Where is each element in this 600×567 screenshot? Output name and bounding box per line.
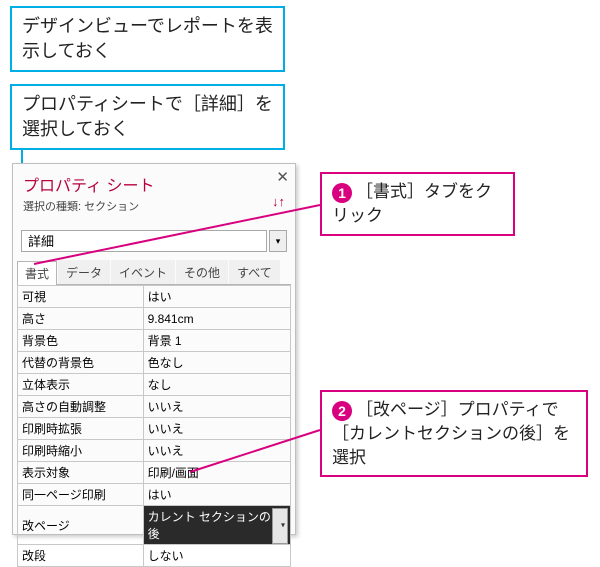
property-row[interactable]: 高さの自動調整いいえ xyxy=(18,396,291,418)
selection-value: 詳細 xyxy=(21,230,267,252)
property-value[interactable]: いいえ xyxy=(143,418,290,440)
property-row[interactable]: 印刷時縮小いいえ xyxy=(18,440,291,462)
property-row[interactable]: 同一ページ印刷はい xyxy=(18,484,291,506)
tab-その他[interactable]: その他 xyxy=(176,260,228,284)
property-value[interactable]: 9.841cm xyxy=(143,308,290,330)
property-row[interactable]: 背景色背景 1 xyxy=(18,330,291,352)
sort-icon[interactable]: ↓↑ xyxy=(272,194,285,209)
property-name: 印刷時拡張 xyxy=(18,418,144,440)
property-value[interactable]: いいえ xyxy=(143,396,290,418)
callout-2: 2［改ページ］プロパティで［カレントセクションの後］を選択 xyxy=(320,390,588,477)
property-value[interactable]: はい xyxy=(143,484,290,506)
instruction-box-1: デザインビューでレポートを表示しておく xyxy=(10,6,285,72)
property-value[interactable]: 背景 1 xyxy=(143,330,290,352)
property-value[interactable]: 色なし xyxy=(143,352,290,374)
callout-2-number: 2 xyxy=(332,401,352,421)
tab-bar: 書式データイベントその他すべて xyxy=(17,260,291,285)
panel-subtitle: 選択の種類: セクション xyxy=(13,196,295,218)
property-row[interactable]: 代替の背景色色なし xyxy=(18,352,291,374)
property-name: 高さの自動調整 xyxy=(18,396,144,418)
property-row[interactable]: 高さ9.841cm xyxy=(18,308,291,330)
tab-すべて[interactable]: すべて xyxy=(229,260,280,284)
property-name: 表示対象 xyxy=(18,462,144,484)
chevron-down-icon[interactable]: ▾ xyxy=(281,521,285,530)
tab-書式[interactable]: 書式 xyxy=(17,261,57,285)
property-value[interactable]: なし xyxy=(143,374,290,396)
property-value[interactable]: カレント セクションの後▾ xyxy=(143,506,290,545)
tab-データ[interactable]: データ xyxy=(58,260,110,284)
property-name: 改ページ xyxy=(18,506,144,545)
panel-title: プロパティ シート xyxy=(13,164,295,196)
property-table: 可視はい高さ9.841cm背景色背景 1代替の背景色色なし立体表示なし高さの自動… xyxy=(17,285,291,567)
selection-dropdown[interactable]: 詳細 ▾ xyxy=(21,230,287,252)
property-name: 代替の背景色 xyxy=(18,352,144,374)
property-value[interactable]: いいえ xyxy=(143,440,290,462)
property-value[interactable]: はい xyxy=(143,286,290,308)
tab-イベント[interactable]: イベント xyxy=(111,260,175,284)
callout-2-text: ［改ページ］プロパティで［カレントセクションの後］を選択 xyxy=(332,400,570,467)
property-name: 印刷時縮小 xyxy=(18,440,144,462)
property-row[interactable]: 改段しない xyxy=(18,545,291,567)
property-name: 立体表示 xyxy=(18,374,144,396)
instruction-box-2: プロパティシートで［詳細］を選択しておく xyxy=(10,84,285,150)
instruction-text-2: プロパティシートで［詳細］を選択しておく xyxy=(22,94,273,139)
property-name: 同一ページ印刷 xyxy=(18,484,144,506)
property-row[interactable]: 可視はい xyxy=(18,286,291,308)
chevron-down-icon[interactable]: ▾ xyxy=(269,230,287,252)
property-row[interactable]: 改ページカレント セクションの後▾ xyxy=(18,506,291,545)
callout-1-text: ［書式］タブをクリック xyxy=(332,182,492,225)
property-name: 改段 xyxy=(18,545,144,567)
callout-1-number: 1 xyxy=(332,183,352,203)
property-name: 背景色 xyxy=(18,330,144,352)
property-name: 高さ xyxy=(18,308,144,330)
close-icon[interactable]: ✕ xyxy=(276,168,289,186)
property-sheet-panel: ✕ プロパティ シート 選択の種類: セクション ↓↑ 詳細 ▾ 書式データイベ… xyxy=(12,163,296,535)
instruction-text-1: デザインビューでレポートを表示しておく xyxy=(22,16,273,61)
property-name: 可視 xyxy=(18,286,144,308)
property-value[interactable]: 印刷/画面 xyxy=(143,462,290,484)
property-row[interactable]: 立体表示なし xyxy=(18,374,291,396)
callout-1: 1［書式］タブをクリック xyxy=(320,172,515,236)
property-row[interactable]: 表示対象印刷/画面 xyxy=(18,462,291,484)
property-row[interactable]: 印刷時拡張いいえ xyxy=(18,418,291,440)
property-value[interactable]: しない xyxy=(143,545,290,567)
